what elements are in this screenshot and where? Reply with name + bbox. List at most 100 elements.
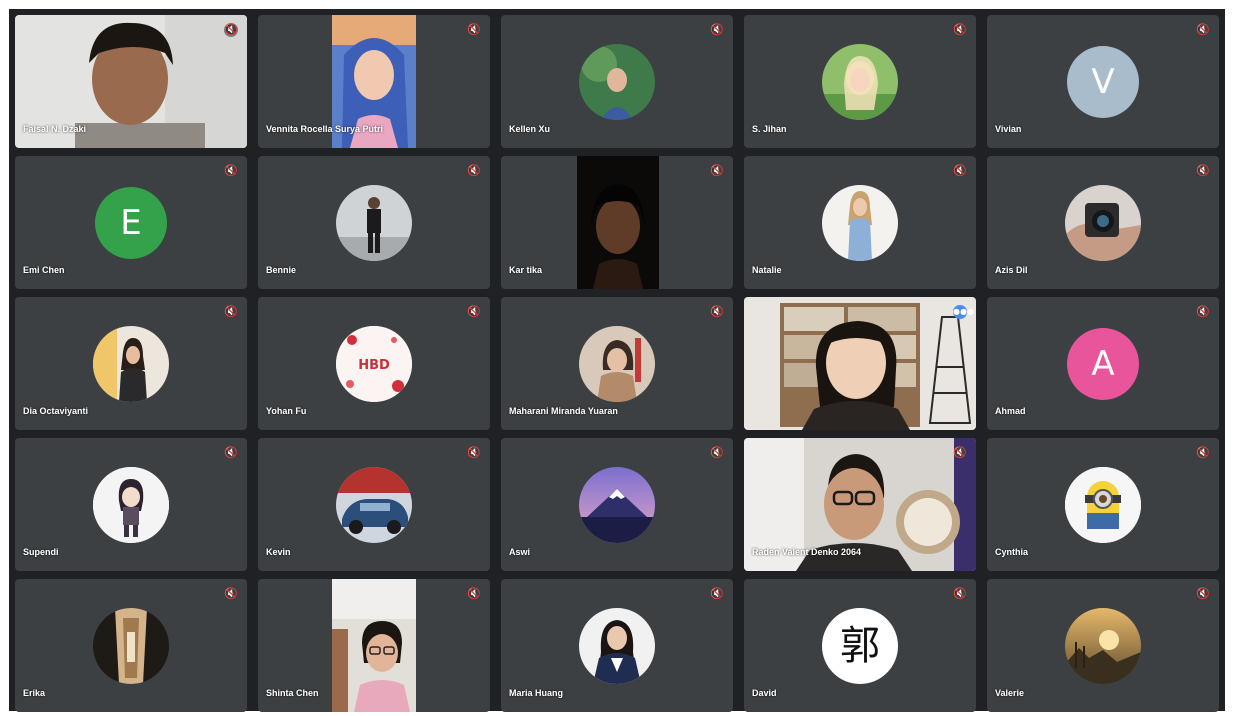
avatar [822,43,898,120]
participant-name: Natalie [752,265,782,275]
avatar [1065,184,1141,261]
avatar [93,466,169,543]
participant-tile[interactable]: 🔇 Kar tika [501,156,733,289]
participant-name: Yohan Fu [266,406,307,416]
participant-name: S. Jihan [752,124,787,134]
meeting-window: 🔇 Faisal N. Dzaki 🔇 Vennita Rocella Sury… [9,9,1225,712]
participant-tile[interactable]: 🔇 Maharani Miranda Yuaran [501,297,733,430]
participant-name: Aswi [509,547,531,557]
mic-off-icon: 🔇 [1196,164,1210,177]
mic-off-icon: 🔇 [224,305,238,318]
mic-off-icon: 🔇 [710,164,724,177]
avatar-initial: V [1067,45,1139,118]
participant-tile[interactable]: 🔇 Natalie [744,156,976,289]
participant-name: Erika [23,688,46,698]
participant-tile[interactable]: 🔇 Vennita Rocella Surya Putri [258,15,490,148]
avatar [579,325,655,402]
participant-name: Cynthia [995,547,1029,557]
participant-tile[interactable]: 🔇 Maria Huang [501,579,733,712]
participant-tile[interactable]: 🔇 Cynthia [987,438,1219,571]
participant-tile[interactable]: 🔇 Kevin [258,438,490,571]
mic-off-icon: 🔇 [710,305,724,318]
mic-off-icon: 🔇 [953,446,967,459]
participant-tile[interactable]: V 🔇 Vivian [987,15,1219,148]
mic-off-icon: 🔇 [953,23,967,36]
participant-tile[interactable]: 🔇 Erika [15,579,247,712]
participant-name: Maria Huang [509,688,564,698]
participant-tile[interactable]: HBD 🔇 Yohan Fu [258,297,490,430]
avatar [93,325,169,402]
avatar [579,607,655,684]
mic-off-icon: 🔇 [467,587,481,600]
participant-tile[interactable]: 🔇 Kellen Xu [501,15,733,148]
participant-video [744,297,976,430]
participant-name: Kevin [266,547,291,557]
participant-name: Raden Valent Denko 2064 [752,547,862,557]
participant-name: Bennie [266,265,297,275]
avatar-text: 郭 [840,622,880,669]
avatar [579,43,655,120]
avatar-initial: E [95,186,167,259]
participant-tile[interactable]: 🔇 Supendi [15,438,247,571]
participant-tile[interactable]: 🔇 Raden Valent Denko 2064 [744,438,976,571]
participant-tile[interactable]: A 🔇 Ahmad [987,297,1219,430]
participant-name: Faisal N. Dzaki [23,124,87,134]
participant-tile[interactable]: E 🔇 Emi Chen [15,156,247,289]
participant-tile[interactable]: 🔇 Shinta Chen [258,579,490,712]
participant-name: Kellen Xu [509,124,551,134]
participant-tile[interactable]: 郭 🔇 David [744,579,976,712]
participant-name: Maharani Miranda Yuaran [509,406,618,416]
mic-off-icon: 🔇 [953,164,967,177]
mic-off-icon: 🔇 [467,305,481,318]
mic-off-icon: 🔇 [953,587,967,600]
participant-video [577,156,659,289]
mic-off-icon: 🔇 [224,446,238,459]
participant-name: Shinta Chen [266,688,319,698]
participant-name: Ahmad [995,406,1026,416]
avatar [822,184,898,261]
avatar: 郭 [822,607,898,684]
avatar [579,466,655,543]
avatar: HBD [336,325,412,402]
participant-name: Vennita Rocella Surya Putri [266,124,384,134]
mic-off-icon: 🔇 [467,23,481,36]
participant-name: Emi Chen [23,265,65,275]
avatar-initial: A [1067,327,1139,400]
participant-video [332,579,416,712]
mic-off-icon: 🔇 [1196,587,1210,600]
participant-tile-active-speaker[interactable]: ●●● [744,297,976,430]
participant-tile[interactable]: 🔇 Bennie [258,156,490,289]
avatar [93,607,169,684]
mic-off-icon: 🔇 [1196,305,1210,318]
avatar-text: HBD [358,358,390,373]
participant-name: Kar tika [509,265,543,275]
participant-grid: 🔇 Faisal N. Dzaki 🔇 Vennita Rocella Sury… [15,15,1219,712]
participant-name: Dia Octaviyanti [23,406,89,416]
mic-off-icon: 🔇 [710,587,724,600]
participant-tile[interactable]: 🔇 Valerie [987,579,1219,712]
mic-off-icon: 🔇 [467,446,481,459]
avatar [336,184,412,261]
avatar [1065,466,1141,543]
participant-name: Vivian [995,124,1022,134]
mic-off-icon: 🔇 [1196,23,1210,36]
avatar [336,466,412,543]
participant-name: Supendi [23,547,59,557]
participant-tile[interactable]: 🔇 S. Jihan [744,15,976,148]
participant-tile[interactable]: 🔇 Aswi [501,438,733,571]
mic-off-icon: 🔇 [224,587,238,600]
participant-tile[interactable]: 🔇 Faisal N. Dzaki [15,15,247,148]
participant-name: David [752,688,777,698]
mic-off-icon: 🔇 [224,164,238,177]
participant-name: Azis Dil [995,265,1028,275]
participant-name: Valerie [995,688,1025,698]
mic-off-icon: 🔇 [467,164,481,177]
mic-off-icon: 🔇 [224,23,238,37]
mic-off-icon: 🔇 [710,23,724,36]
audio-level-icon: ●●● [953,305,974,319]
avatar [1065,607,1141,684]
mic-off-icon: 🔇 [1196,446,1210,459]
mic-off-icon: 🔇 [710,446,724,459]
participant-tile[interactable]: 🔇 Azis Dil [987,156,1219,289]
participant-tile[interactable]: 🔇 Dia Octaviyanti [15,297,247,430]
